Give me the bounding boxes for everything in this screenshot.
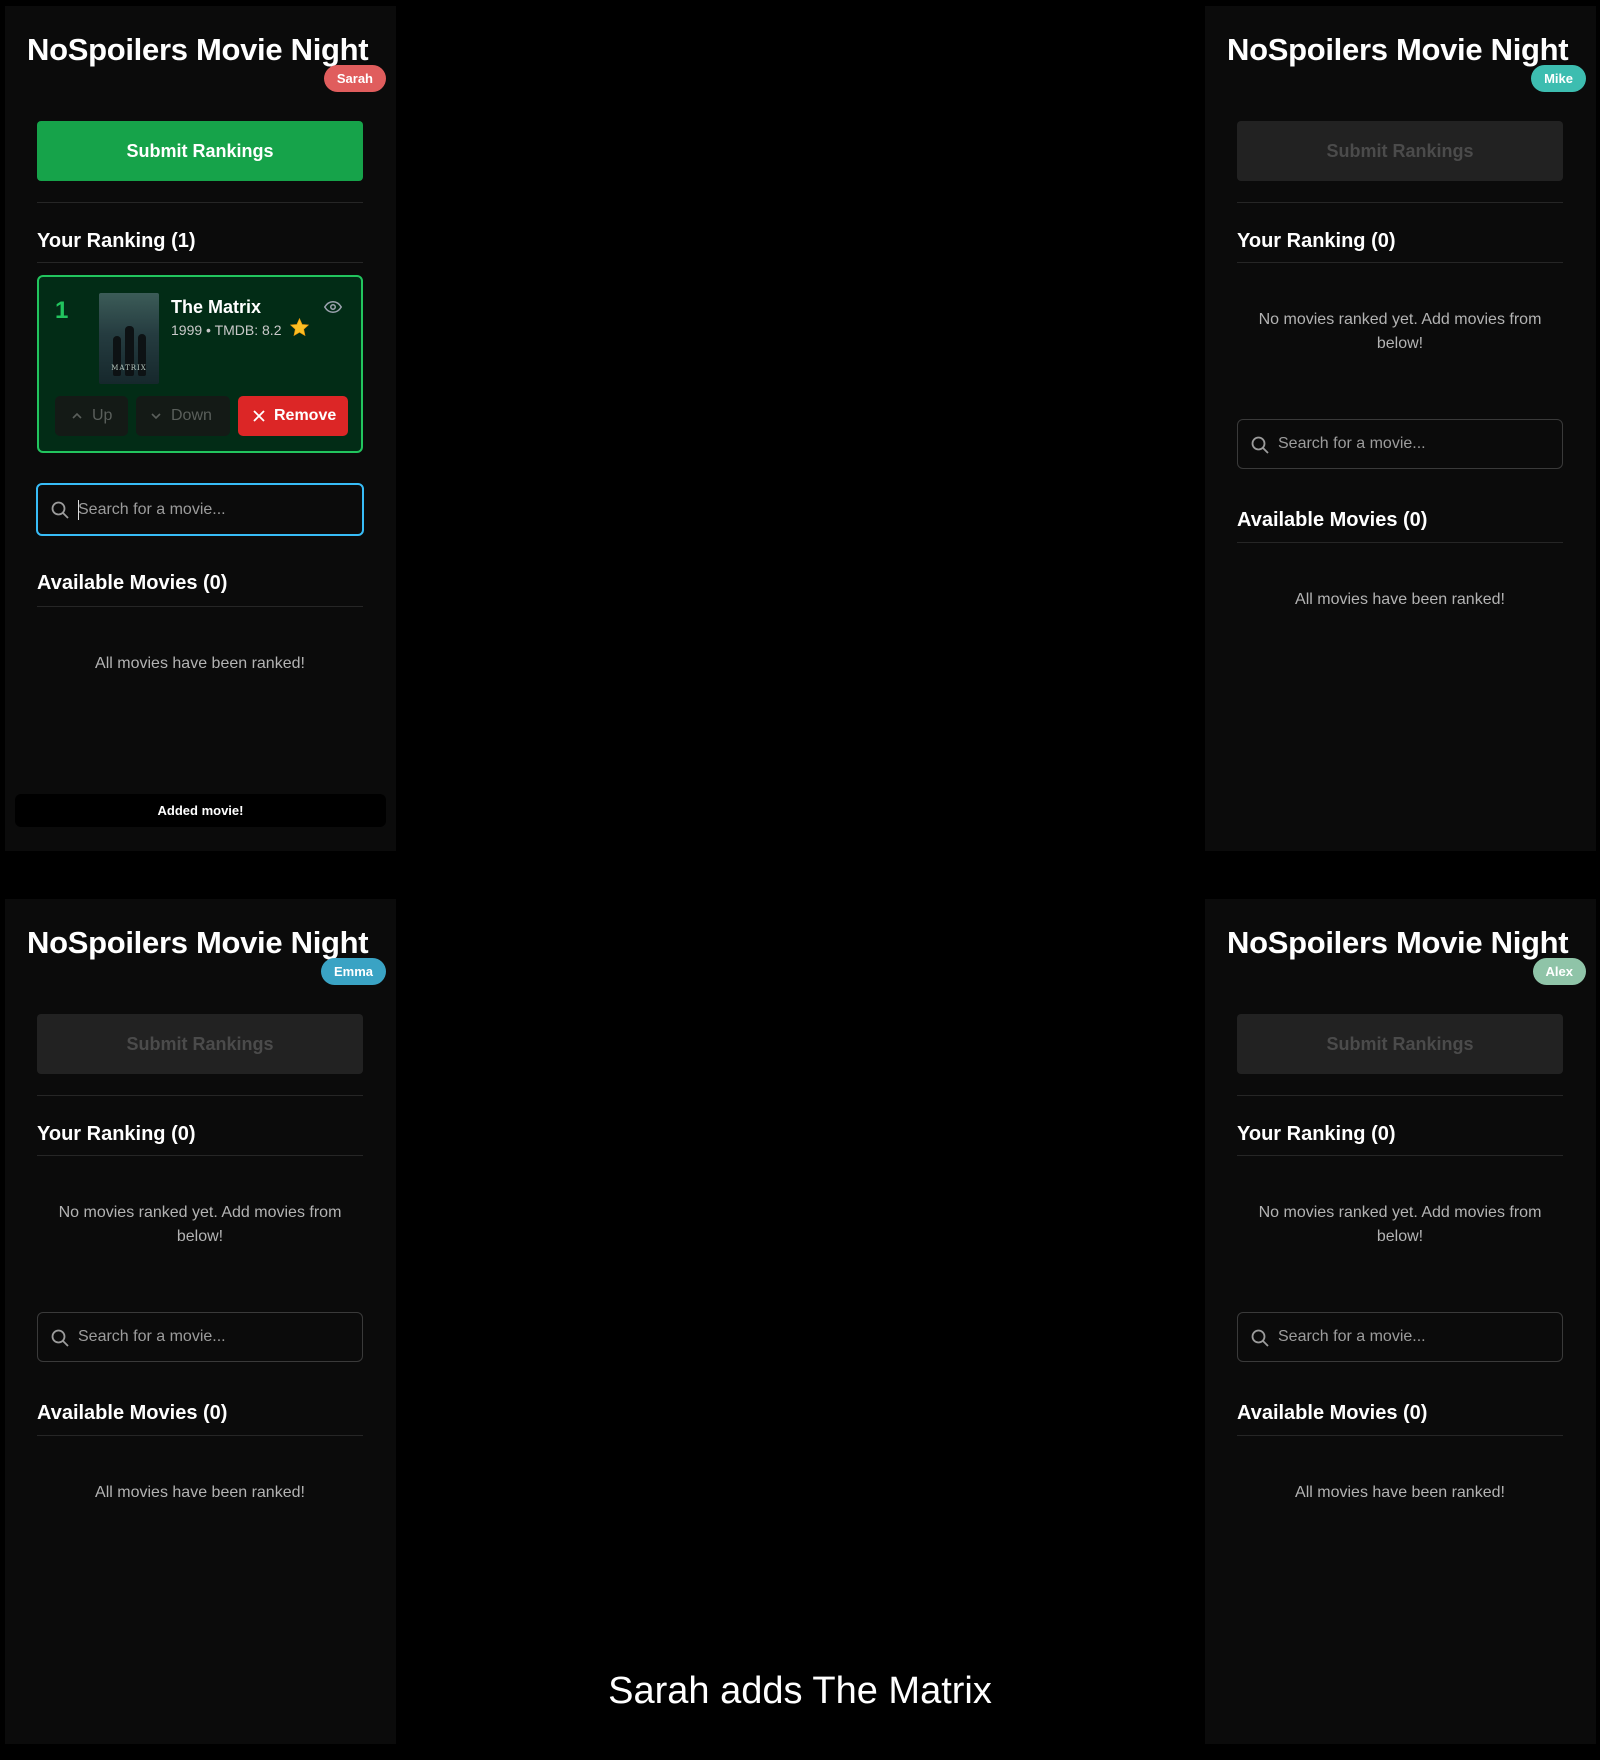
divider <box>1237 1435 1563 1436</box>
your-ranking-heading: Your Ranking (1) <box>37 230 196 252</box>
divider <box>1237 202 1563 203</box>
remove-button[interactable]: Remove <box>238 396 348 436</box>
search-input[interactable]: Search for a movie... <box>1237 1312 1563 1362</box>
search-icon <box>51 1329 69 1347</box>
toast-notification: Added movie! <box>15 794 386 827</box>
divider <box>37 1435 363 1436</box>
submit-rankings-button[interactable]: Submit Rankings <box>1237 121 1563 181</box>
no-movies-message: No movies ranked yet. Add movies from be… <box>1258 1204 1542 1245</box>
eye-icon[interactable] <box>324 300 342 314</box>
no-movies-message: No movies ranked yet. Add movies from be… <box>58 1204 342 1245</box>
submit-rankings-button[interactable]: Submit Rankings <box>1237 1014 1563 1074</box>
app-title: NoSpoilers Movie Night <box>27 925 369 960</box>
app-title: NoSpoilers Movie Night <box>1227 32 1569 67</box>
movie-poster: MATRIX <box>99 293 159 384</box>
app-title: NoSpoilers Movie Night <box>1227 925 1569 960</box>
remove-label: Remove <box>274 407 337 424</box>
divider <box>37 606 363 607</box>
user-panel-emma: NoSpoilers Movie Night Emma Submit Ranki… <box>5 899 396 1744</box>
search-icon <box>1251 1329 1269 1347</box>
move-up-button[interactable]: Up <box>55 396 128 436</box>
divider <box>37 262 363 263</box>
available-movies-heading: Available Movies (0) <box>37 572 228 594</box>
divider <box>1237 1095 1563 1096</box>
your-ranking-heading: Your Ranking (0) <box>1237 1123 1396 1145</box>
search-icon <box>1251 436 1269 454</box>
move-up-label: Up <box>92 407 113 424</box>
divider <box>37 1155 363 1156</box>
your-ranking-heading: Your Ranking (0) <box>37 1123 196 1145</box>
all-ranked-message: All movies have been ranked! <box>1295 591 1505 608</box>
user-badge: Emma <box>320 958 386 985</box>
submit-rankings-button[interactable]: Submit Rankings <box>37 121 363 181</box>
user-panel-sarah: NoSpoilers Movie Night Sarah Submit Rank… <box>5 6 396 851</box>
all-ranked-message: All movies have been ranked! <box>95 655 305 672</box>
search-placeholder: Search for a movie... <box>1278 435 1426 452</box>
search-placeholder: Search for a movie... <box>78 1328 226 1345</box>
app-title: NoSpoilers Movie Night <box>27 32 369 67</box>
submit-rankings-button[interactable]: Submit Rankings <box>37 1014 363 1074</box>
ranked-movie-card: 1 MATRIX The Matrix 1999 • TMDB: 8.2 Up … <box>37 275 363 453</box>
available-movies-heading: Available Movies (0) <box>1237 1402 1428 1424</box>
movie-meta: 1999 • TMDB: 8.2 <box>171 322 282 338</box>
chevron-up-icon <box>72 412 82 419</box>
search-input[interactable]: Search for a movie... <box>1237 419 1563 469</box>
rank-number: 1 <box>55 297 69 324</box>
scene-caption: Sarah adds The Matrix <box>608 1670 992 1712</box>
user-badge: Sarah <box>323 65 386 92</box>
search-placeholder: Search for a movie... <box>78 501 226 518</box>
all-ranked-message: All movies have been ranked! <box>1295 1484 1505 1501</box>
user-panel-alex: NoSpoilers Movie Night Alex Submit Ranki… <box>1205 899 1596 1744</box>
move-down-label: Down <box>171 407 212 424</box>
all-ranked-message: All movies have been ranked! <box>95 1484 305 1501</box>
search-placeholder: Search for a movie... <box>1278 1328 1426 1345</box>
search-input[interactable]: Search for a movie... <box>36 483 364 536</box>
divider <box>1237 542 1563 543</box>
divider <box>37 1095 363 1096</box>
no-movies-message: No movies ranked yet. Add movies from be… <box>1258 311 1542 352</box>
user-badge: Mike <box>1531 65 1586 92</box>
star-icon <box>289 317 310 337</box>
search-icon <box>51 501 69 519</box>
user-badge: Alex <box>1532 958 1586 985</box>
poster-title: MATRIX <box>111 364 147 372</box>
divider <box>1237 262 1563 263</box>
search-input[interactable]: Search for a movie... <box>37 1312 363 1362</box>
divider <box>37 202 363 203</box>
move-down-button[interactable]: Down <box>136 396 230 436</box>
your-ranking-heading: Your Ranking (0) <box>1237 230 1396 252</box>
chevron-down-icon <box>151 413 161 420</box>
available-movies-heading: Available Movies (0) <box>1237 509 1428 531</box>
divider <box>1237 1155 1563 1156</box>
close-icon <box>253 410 265 422</box>
available-movies-heading: Available Movies (0) <box>37 1402 228 1424</box>
user-panel-mike: NoSpoilers Movie Night Mike Submit Ranki… <box>1205 6 1596 851</box>
movie-title: The Matrix <box>171 297 262 317</box>
